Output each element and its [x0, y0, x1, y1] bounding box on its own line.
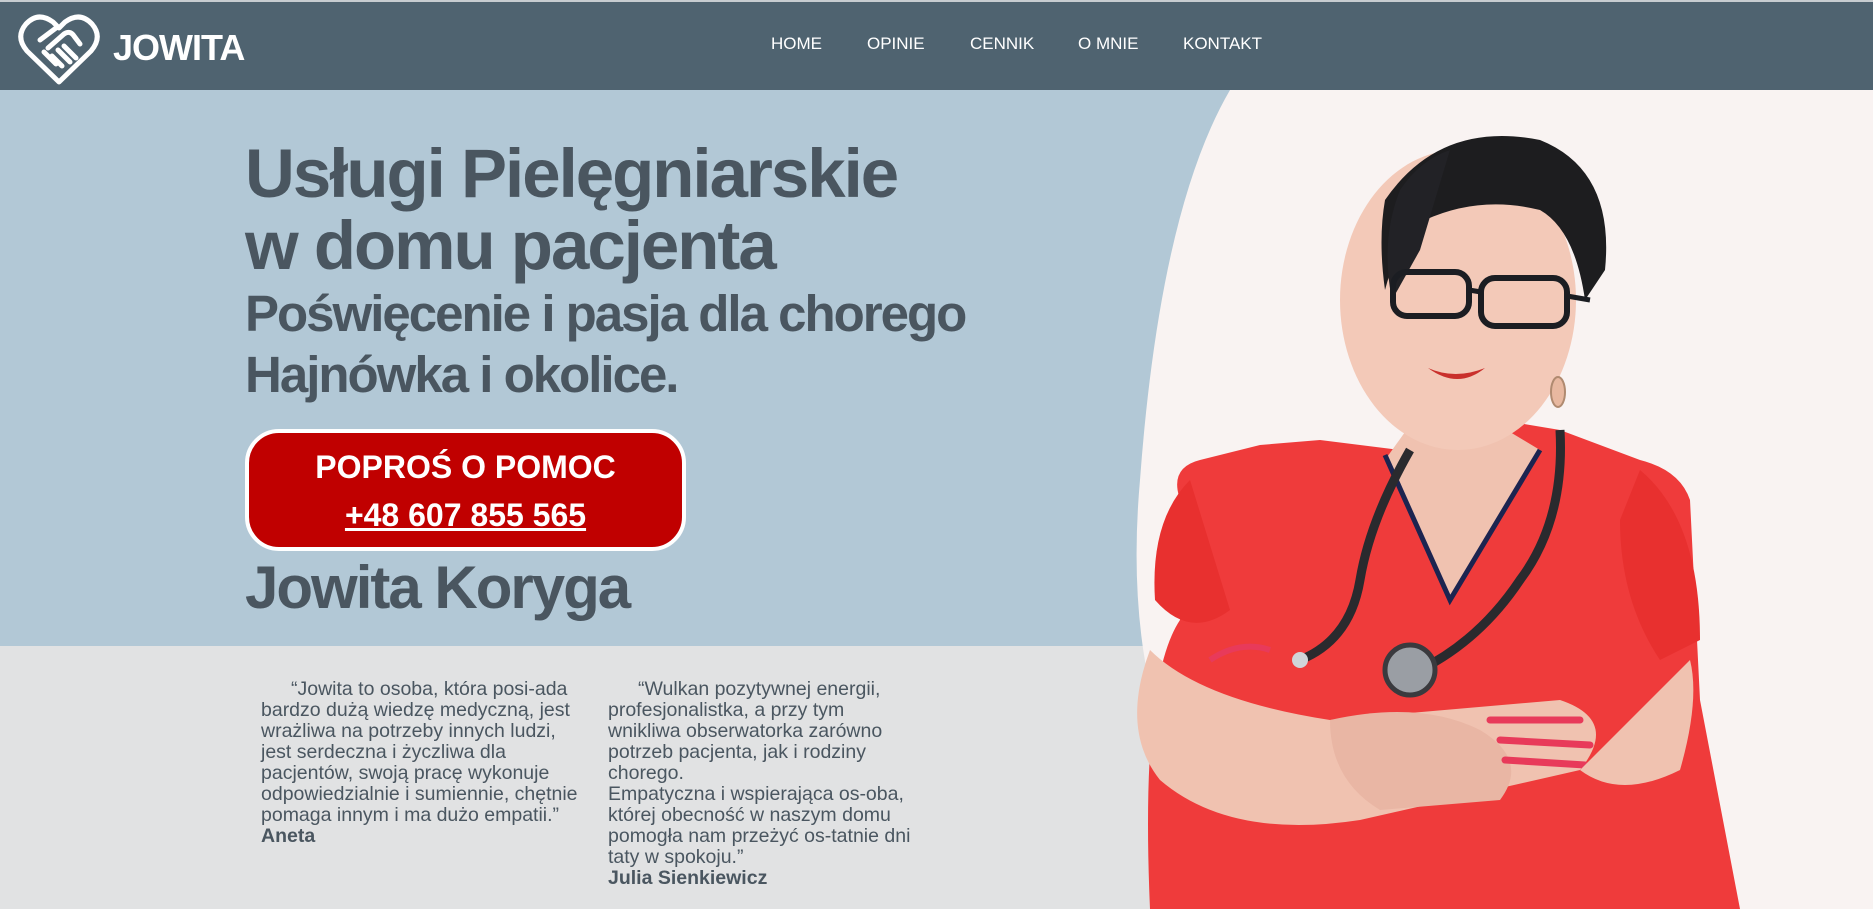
hero-title: Usługi Pielęgniarskie w domu pacjenta — [245, 135, 899, 284]
testimonial-aneta: “Jowita to osoba, która posi-ada bardzo … — [261, 679, 581, 847]
call-for-help-button[interactable]: POPROŚ O POMOC +48 607 855 565 — [245, 429, 686, 551]
top-navbar: JOWITA HOME OPINIE CENNIK O MNIE KONTAKT — [0, 0, 1873, 90]
testimonial-text: “Jowita to osoba, która posi-ada bardzo … — [261, 678, 578, 826]
main-nav: HOME OPINIE CENNIK O MNIE KONTAKT — [0, 2, 1873, 92]
testimonial-author: Julia Sienkiewicz — [608, 867, 768, 889]
hero-title-line2: w domu pacjenta — [245, 207, 777, 284]
nav-opinie[interactable]: OPINIE — [867, 34, 925, 54]
testimonial-author: Aneta — [261, 825, 316, 847]
nav-kontakt[interactable]: KONTAKT — [1183, 34, 1262, 54]
hero-subtitle-line1: Poświęcenie i pasja dla chorego — [245, 285, 967, 342]
testimonial-text: “Wulkan pozytywnej energii, profesjonali… — [608, 678, 883, 784]
hero-subtitle: Poświęcenie i pasja dla chorego Hajnówka… — [245, 283, 967, 405]
nav-home[interactable]: HOME — [771, 34, 822, 54]
testimonial-julia: “Wulkan pozytywnej energii, profesjonali… — [608, 679, 918, 889]
cta-label: POPROŚ O POMOC — [315, 449, 616, 485]
nurse-name: Jowita Koryga — [245, 554, 631, 621]
cta-phone-link[interactable]: +48 607 855 565 — [249, 497, 682, 533]
hero-subtitle-line2: Hajnówka i okolice. — [245, 346, 679, 403]
nav-o-mnie[interactable]: O MNIE — [1078, 34, 1138, 54]
testimonial-text-continued: Empatyczna i wspierająca os-oba, której … — [608, 783, 911, 868]
hero-title-line1: Usługi Pielęgniarskie — [245, 135, 899, 212]
nav-cennik[interactable]: CENNIK — [970, 34, 1034, 54]
